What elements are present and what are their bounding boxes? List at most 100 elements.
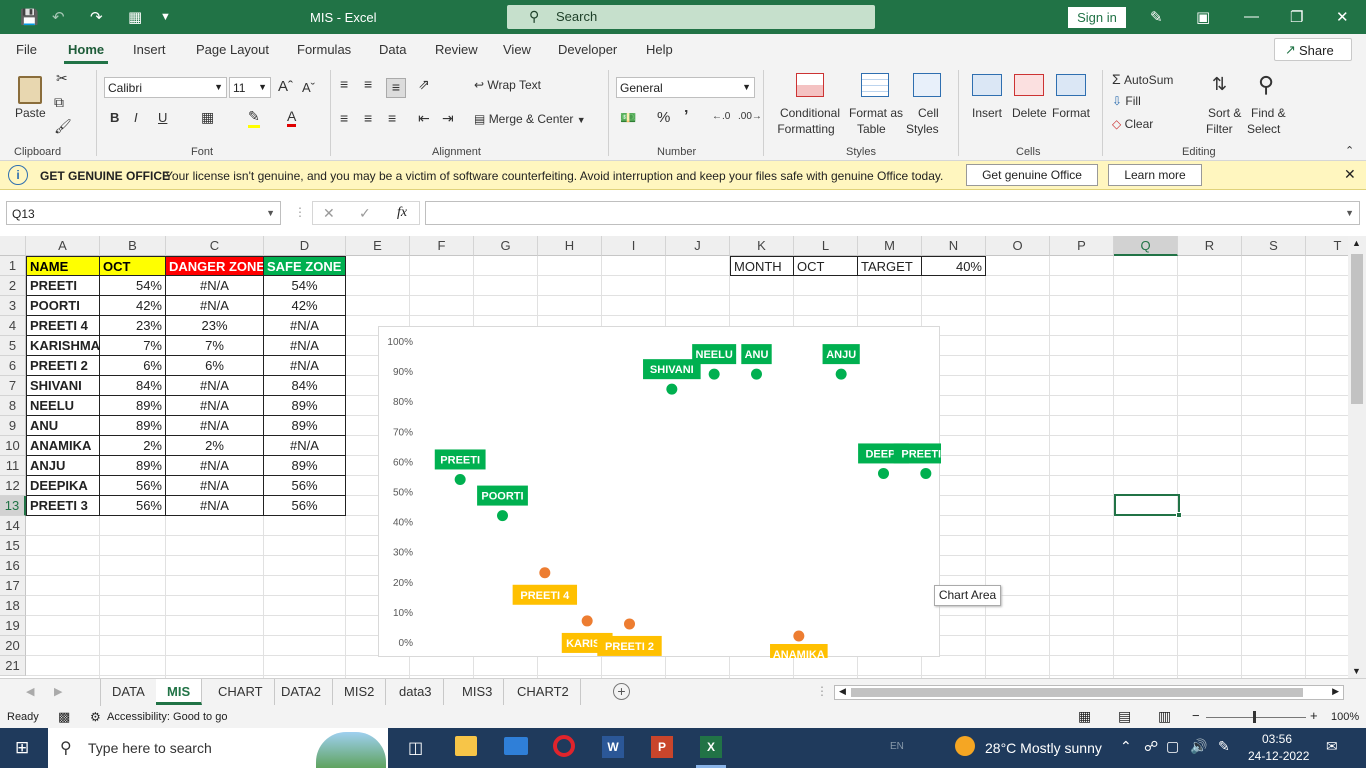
- data-point[interactable]: [581, 615, 593, 627]
- data-point[interactable]: [708, 368, 720, 380]
- close-icon[interactable]: ✕: [1336, 8, 1349, 26]
- table-cell[interactable]: #N/A: [264, 336, 346, 356]
- table-cell[interactable]: 42%: [100, 296, 166, 316]
- cell-styles-icon[interactable]: [913, 73, 941, 97]
- row-header[interactable]: 17: [0, 576, 26, 596]
- sheet-tab[interactable]: DATA: [101, 679, 157, 705]
- form-icon[interactable]: ▦: [128, 8, 142, 26]
- sheet-tab[interactable]: data3: [388, 679, 444, 705]
- column-header[interactable]: M: [858, 236, 922, 256]
- weather-icon[interactable]: [955, 736, 975, 756]
- menu-formulas[interactable]: Formulas: [297, 42, 351, 57]
- format-painter-icon[interactable]: 🖌: [54, 118, 72, 135]
- scrollbar-thumb[interactable]: [1351, 254, 1363, 404]
- table-cell[interactable]: #N/A: [166, 416, 264, 436]
- table-cell[interactable]: 56%: [100, 496, 166, 516]
- enter-icon[interactable]: ✓: [359, 205, 371, 222]
- data-point[interactable]: [793, 630, 805, 642]
- clock-time[interactable]: 03:56: [1262, 732, 1292, 746]
- clear-button[interactable]: ◇ Clear: [1112, 117, 1153, 131]
- table-cell[interactable]: SHIVANI: [26, 376, 100, 396]
- windows-start-icon[interactable]: ⊞: [15, 738, 29, 758]
- row-header[interactable]: 9: [0, 416, 26, 436]
- merge-center-button[interactable]: ▤ Merge & Center ▼: [474, 112, 586, 126]
- scatter-chart[interactable]: 100% 90% 80% 70% 60% 50% 40% 30% 20% 10% 0% PREETI …: [378, 326, 959, 664]
- page-break-view-icon[interactable]: ▥: [1158, 708, 1171, 725]
- table-cell[interactable]: ANAMIKA: [26, 436, 100, 456]
- normal-view-icon[interactable]: ▦: [1078, 708, 1091, 725]
- table-cell[interactable]: #N/A: [166, 296, 264, 316]
- sheet-tab[interactable]: MIS: [156, 679, 203, 705]
- decrease-font-icon[interactable]: Aˇ: [302, 80, 315, 95]
- table-cell[interactable]: 42%: [264, 296, 346, 316]
- column-header[interactable]: K: [730, 236, 794, 256]
- get-genuine-office-button[interactable]: Get genuine Office: [966, 164, 1098, 186]
- row-header[interactable]: 16: [0, 556, 26, 576]
- row-header[interactable]: 20: [0, 636, 26, 656]
- column-header[interactable]: T: [1306, 236, 1348, 256]
- fill-handle[interactable]: [1176, 512, 1182, 518]
- word-icon[interactable]: W: [602, 736, 624, 758]
- sort-filter-label-2[interactable]: Filter: [1206, 122, 1233, 136]
- row-header[interactable]: 21: [0, 656, 26, 676]
- align-left-icon[interactable]: ≡: [340, 110, 348, 126]
- side-cell-target[interactable]: TARGET: [858, 256, 922, 276]
- tray-chevron-icon[interactable]: ⌃: [1120, 738, 1132, 755]
- zoom-in-icon[interactable]: +: [1310, 708, 1318, 723]
- table-cell[interactable]: 89%: [264, 416, 346, 436]
- copy-icon[interactable]: ⧉: [54, 94, 64, 111]
- paste-button[interactable]: [14, 72, 48, 108]
- table-cell[interactable]: 89%: [264, 456, 346, 476]
- increase-font-icon[interactable]: Aˆ: [278, 78, 293, 95]
- language-indicator[interactable]: EN: [890, 741, 904, 752]
- sheet-tab[interactable]: DATA2: [270, 679, 333, 705]
- minimize-icon[interactable]: —: [1244, 8, 1259, 25]
- row-header[interactable]: 15: [0, 536, 26, 556]
- undo-icon[interactable]: ↶: [52, 8, 65, 26]
- align-middle-icon[interactable]: ≡: [364, 76, 372, 92]
- column-header[interactable]: I: [602, 236, 666, 256]
- task-view-icon[interactable]: ◫: [408, 738, 423, 758]
- row-header[interactable]: 12: [0, 476, 26, 496]
- data-point[interactable]: [454, 473, 466, 485]
- table-cell[interactable]: 7%: [166, 336, 264, 356]
- menu-file[interactable]: File: [16, 42, 37, 57]
- column-header[interactable]: F: [410, 236, 474, 256]
- cell-styles-label-2[interactable]: Styles: [906, 122, 939, 136]
- table-cell[interactable]: 2%: [100, 436, 166, 456]
- orientation-icon[interactable]: ⇗: [418, 76, 430, 93]
- data-point[interactable]: [835, 368, 847, 380]
- row-header[interactable]: 7: [0, 376, 26, 396]
- menu-insert[interactable]: Insert: [133, 42, 166, 57]
- column-header[interactable]: J: [666, 236, 730, 256]
- table-cell[interactable]: DEEPIKA: [26, 476, 100, 496]
- save-icon[interactable]: 💾: [20, 8, 39, 26]
- find-select-label-2[interactable]: Select: [1247, 122, 1280, 136]
- increase-indent-icon[interactable]: ⇥: [442, 110, 454, 127]
- table-cell[interactable]: 23%: [166, 316, 264, 336]
- table-cell[interactable]: #N/A: [166, 376, 264, 396]
- horizontal-scrollbar[interactable]: ◀ ▶: [834, 685, 1344, 700]
- row-header[interactable]: 2: [0, 276, 26, 296]
- name-box[interactable]: Q13 ▼: [6, 201, 281, 225]
- column-header[interactable]: B: [100, 236, 166, 256]
- pen-icon[interactable]: ✎: [1150, 8, 1163, 26]
- row-header[interactable]: 1: [0, 256, 26, 276]
- selected-cell[interactable]: [1114, 494, 1180, 516]
- table-cell[interactable]: 6%: [100, 356, 166, 376]
- sheet-tab[interactable]: MIS3: [451, 679, 505, 705]
- align-center-icon[interactable]: ≡: [364, 110, 372, 126]
- customize-qat-icon[interactable]: ▼: [160, 11, 171, 23]
- menu-developer[interactable]: Developer: [558, 42, 617, 57]
- borders-icon[interactable]: ▦: [201, 109, 214, 126]
- table-cell[interactable]: 56%: [264, 496, 346, 516]
- decrease-decimal-icon[interactable]: .00→: [738, 111, 762, 122]
- align-top-icon[interactable]: ≡: [340, 76, 348, 92]
- font-name-select[interactable]: Calibri ▼: [104, 77, 227, 98]
- restore-icon[interactable]: ❐: [1290, 8, 1303, 26]
- decrease-indent-icon[interactable]: ⇤: [418, 110, 430, 127]
- h-scrollbar-thumb[interactable]: [851, 688, 1303, 697]
- align-bottom-icon[interactable]: ≡: [386, 78, 406, 98]
- data-point[interactable]: [920, 467, 932, 479]
- column-header[interactable]: G: [474, 236, 538, 256]
